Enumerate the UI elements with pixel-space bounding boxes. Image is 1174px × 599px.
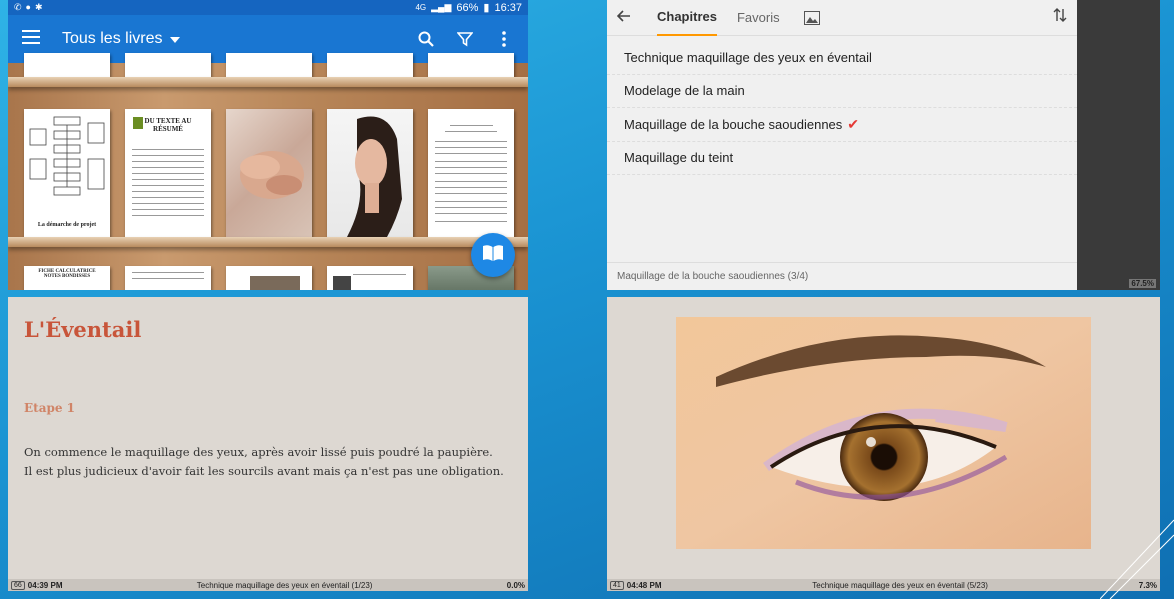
chapter-item[interactable]: Technique maquillage des yeux en éventai… [607,41,1077,75]
book-cover[interactable] [125,53,211,77]
text-book[interactable]: DU TEXTE AU RÉSUMÉ [125,109,211,237]
footer-time: 04:48 PM [626,580,662,590]
checkmark-icon: ✔ [847,115,860,132]
dropdown-icon [170,30,181,48]
page-count: 66 [11,580,25,590]
book-cover[interactable]: FICHE CALCULATRICE NOTES BONDISSES [24,266,110,290]
status-bar: ✆ ● ✱ 4G ▂▄▆ 66% ▮ 16:37 [8,0,528,15]
library-title: Tous les livres [62,30,163,47]
battery-icon: ▮ [483,2,490,14]
footer-percent: 0.0% [506,580,525,590]
footer-chapter: Technique maquillage des yeux en éventai… [196,580,373,590]
flowchart-illustration [29,116,105,196]
tab-chapters[interactable]: Chapitres [657,0,717,36]
exam-book[interactable] [428,109,514,237]
chapter-item[interactable]: Modelage de la main [607,75,1077,108]
filter-icon[interactable] [455,29,475,49]
signal-icon: ✆ [14,2,22,12]
back-arrow-icon[interactable] [616,9,631,27]
shield-icon: ● [25,2,31,12]
book-title: FICHE CALCULATRICE NOTES BONDISSES [38,269,96,279]
chapter-label: Technique maquillage des yeux en éventai… [624,49,872,65]
network-indicator: 4G [415,3,427,12]
portrait-illustration [347,116,402,237]
hands-illustration [240,151,304,199]
cell-signal-icon: ▂▄▆ [431,2,452,12]
book-cover[interactable] [428,53,514,77]
library-filter-dropdown[interactable]: Tous les livres [62,30,181,48]
chapters-footer: Maquillage de la bouche saoudiennes (3/4… [607,262,1077,290]
footer-time: 04:39 PM [27,580,63,590]
book-cover[interactable] [125,266,211,290]
book-title: DU TEXTE AU RÉSUMÉ [144,117,192,133]
reader-footer: 41 04:48 PM Technique maquillage des yeu… [607,579,1160,591]
chapter-item[interactable]: Maquillage du teint [607,142,1077,175]
reader-backdrop: 67.5% [1077,0,1160,290]
chapter-list: Technique maquillage des yeux en éventai… [607,36,1077,175]
book-cover[interactable] [226,53,312,77]
book-open-icon [482,244,504,267]
decorative-lines [1100,519,1174,599]
menu-icon[interactable] [22,29,40,49]
text-reader-panel: L'Éventail Etape 1 On commence le maquil… [8,297,528,591]
chapters-panel: Chapitres Favoris Technique maquillage d… [607,0,1077,290]
open-book-button[interactable] [471,233,515,277]
book-cover[interactable] [327,53,413,77]
library-panel: ✆ ● ✱ 4G ▂▄▆ 66% ▮ 16:37 Tous les livres [8,0,528,290]
eye-photo[interactable] [676,317,1091,549]
book-cover[interactable] [24,53,110,77]
tab-favorites[interactable]: Favoris [737,0,780,36]
chapter-label: Maquillage de la bouche saoudiennes [624,116,843,132]
reader-footer: 66 04:39 PM Technique maquillage des yeu… [8,579,528,591]
settings-icon: ✱ [34,2,43,12]
chapters-toolbar: Chapitres Favoris [607,0,1077,36]
footer-chapter: Technique maquillage des yeux en éventai… [812,580,988,590]
battery-level: 66% [456,1,479,14]
chapter-item[interactable]: Maquillage de la bouche saoudiennes ✔ [607,108,1077,142]
shelf-plank [8,237,528,247]
search-icon[interactable] [416,29,436,49]
body-text: On commence le maquillage des yeux, aprè… [24,445,504,478]
image-icon[interactable] [803,0,820,36]
clock: 16:37 [494,1,522,14]
chapter-label: Maquillage du teint [624,150,734,166]
portrait-book[interactable] [327,109,413,237]
page-title: L'Éventail [24,317,142,342]
progress-percent: 67.5% [1129,279,1156,288]
step-heading: Etape 1 [24,401,76,415]
book-cover[interactable] [327,266,413,290]
hands-book[interactable] [226,109,312,237]
shelf-plank [8,77,528,87]
bookshelf: La démarche de projet DU TEXTE AU RÉSUMÉ [8,53,528,290]
book-title: La démarche de projet [37,222,97,228]
flowchart-book[interactable]: La démarche de projet [24,109,110,237]
more-vert-icon[interactable] [494,29,514,49]
image-reader-panel: 41 04:48 PM Technique maquillage des yeu… [607,297,1160,591]
page-count: 41 [610,580,624,590]
chapter-label: Modelage de la main [624,83,745,99]
book-cover[interactable] [226,266,312,290]
sort-icon[interactable] [1053,8,1067,27]
